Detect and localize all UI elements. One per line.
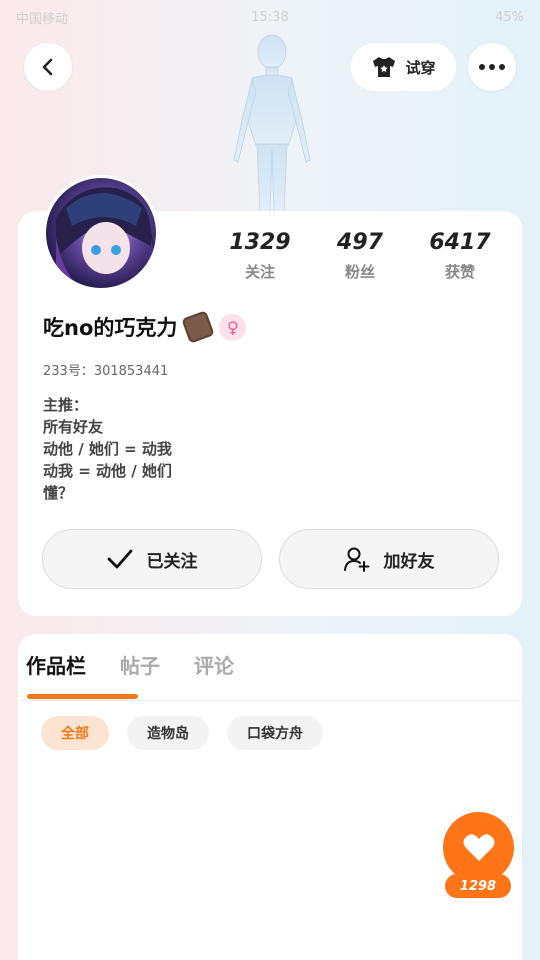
bio-line: 懂？ xyxy=(43,484,74,502)
tryon-button[interactable]: 试穿 xyxy=(351,43,456,91)
add-friend-label: 加好友 xyxy=(383,551,435,572)
like-count: 1298 xyxy=(445,874,511,898)
bio-line: 主推： xyxy=(43,396,89,414)
clock-text: 15:38 xyxy=(251,9,289,25)
stat-value: 6417 xyxy=(429,230,491,255)
person-add-icon xyxy=(343,547,369,572)
more-dots-icon xyxy=(479,64,505,70)
avatar[interactable] xyxy=(43,175,159,291)
content-tabs: 作品栏 帖子 评论 xyxy=(26,650,234,679)
user-id: 233号：301853441 xyxy=(43,364,169,379)
gender-female-icon: ♀ xyxy=(219,313,247,341)
stat-label: 关注 xyxy=(244,263,275,281)
chocolate-emoji-icon xyxy=(181,310,216,344)
tshirt-icon xyxy=(373,57,396,77)
following-label: 已关注 xyxy=(146,551,198,572)
active-tab-indicator xyxy=(27,694,138,699)
following-button[interactable]: 已关注 xyxy=(42,529,262,589)
carrier-text: 中国移动 xyxy=(16,11,69,27)
filter-all[interactable]: 全部 xyxy=(41,716,109,750)
filter-chips: 全部 造物岛 口袋方舟 xyxy=(41,716,323,750)
stat-value: 1329 xyxy=(229,230,291,255)
content-card xyxy=(18,634,522,960)
tab-comments[interactable]: 评论 xyxy=(194,650,234,679)
stats-row: 1329 关注 497 粉丝 6417 获赞 xyxy=(210,230,510,290)
tryon-label: 试穿 xyxy=(405,58,436,77)
status-bar: 中国移动 15:38 45% xyxy=(0,0,540,34)
username: 吃no的巧克力 xyxy=(43,316,178,340)
tab-works[interactable]: 作品栏 xyxy=(26,650,86,679)
stat-following[interactable]: 1329 关注 xyxy=(210,230,310,290)
username-row: 吃no的巧克力 ♀ xyxy=(43,310,247,344)
stat-likes[interactable]: 6417 获赞 xyxy=(410,230,510,290)
avatar-figure-icon[interactable] xyxy=(222,30,322,215)
battery-text: 45% xyxy=(495,9,524,25)
add-friend-button[interactable]: 加好友 xyxy=(279,529,499,589)
stat-label: 粉丝 xyxy=(344,263,375,281)
bio-line: 所有好友 xyxy=(43,418,104,436)
stat-value: 497 xyxy=(337,230,383,255)
stat-followers[interactable]: 497 粉丝 xyxy=(310,230,410,290)
like-button[interactable] xyxy=(443,812,514,883)
bio: 主推： 所有好友 动他 / 她们 = 动我 动我 = 动他 / 她们 懂？ xyxy=(43,394,172,504)
filter-creation-island[interactable]: 造物岛 xyxy=(127,716,209,750)
bio-line: 动他 / 她们 = 动我 xyxy=(43,440,172,458)
chevron-left-icon xyxy=(42,58,53,76)
heart-icon xyxy=(463,833,494,861)
filter-pocket-ark[interactable]: 口袋方舟 xyxy=(227,716,323,750)
check-icon xyxy=(107,549,132,569)
bio-line: 动我 = 动他 / 她们 xyxy=(43,462,172,480)
more-button[interactable] xyxy=(468,43,516,91)
back-button[interactable] xyxy=(24,43,72,91)
tab-divider xyxy=(18,700,522,701)
tab-posts[interactable]: 帖子 xyxy=(120,650,160,679)
stat-label: 获赞 xyxy=(444,263,475,281)
